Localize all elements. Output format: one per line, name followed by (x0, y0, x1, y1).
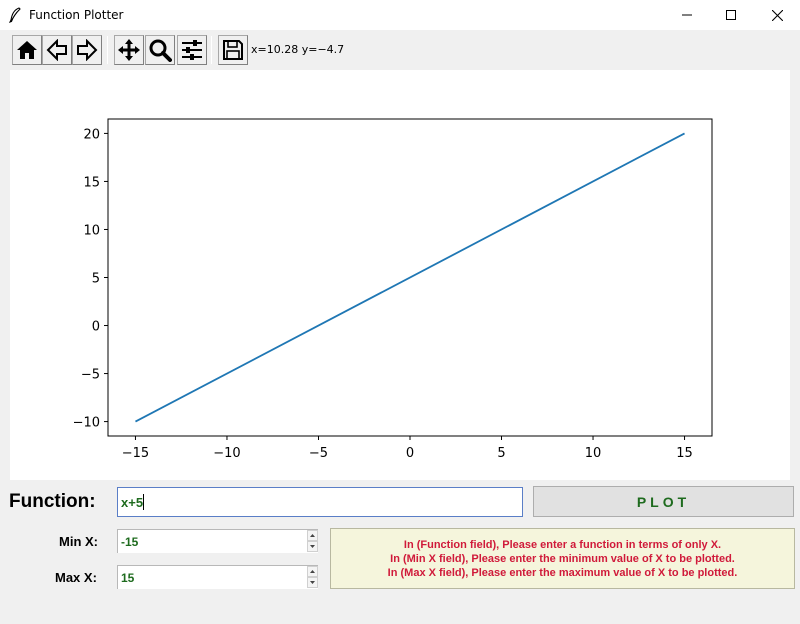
max-x-label: Max X: (55, 570, 97, 585)
move-icon (118, 39, 140, 61)
close-icon (771, 9, 783, 21)
floppy-disk-icon (223, 40, 243, 60)
minimize-button[interactable] (664, 0, 710, 30)
back-button[interactable] (42, 35, 72, 65)
x-tick-label: 5 (497, 446, 505, 461)
min-x-value: -15 (121, 535, 139, 549)
zoom-button[interactable] (145, 35, 175, 65)
max-x-spin-buttons (307, 566, 318, 589)
instruction-line: In (Min X field), Please enter the minim… (390, 552, 735, 565)
cursor-coordinates: x=10.28 y=−4.7 (251, 43, 345, 56)
plot-canvas[interactable]: −15 −10 −5 0 5 10 15 −10 −5 0 5 10 15 20 (10, 70, 790, 480)
toolbar-separator (211, 36, 212, 64)
feather-icon (8, 7, 21, 23)
instruction-line: In (Max X field), Please enter the maxim… (387, 566, 738, 579)
y-tick-label: 10 (83, 223, 100, 238)
max-x-increment-button[interactable] (307, 566, 318, 577)
instruction-line: In (Function field), Please enter a func… (403, 538, 722, 551)
triangle-down-icon (310, 545, 315, 548)
y-tick-label: −5 (81, 368, 100, 383)
max-x-decrement-button[interactable] (307, 577, 318, 588)
x-tick-label: 0 (406, 446, 414, 461)
min-x-label: Min X: (59, 534, 98, 549)
line-chart[interactable]: −15 −10 −5 0 5 10 15 −10 −5 0 5 10 15 20 (10, 70, 790, 480)
configure-subplots-button[interactable] (177, 35, 207, 65)
min-x-spinbox[interactable]: -15 (117, 529, 318, 553)
instructions-box: In (Function field), Please enter a func… (330, 528, 795, 589)
maximize-icon (726, 10, 736, 20)
sliders-icon (182, 40, 202, 60)
minimize-icon (682, 14, 692, 16)
x-tick-label: −5 (309, 446, 328, 461)
x-tick-label: −15 (122, 446, 149, 461)
window-title: Function Plotter (29, 8, 124, 22)
arrow-right-icon (77, 39, 98, 61)
min-x-decrement-button[interactable] (307, 541, 318, 552)
home-button[interactable] (12, 35, 42, 65)
text-caret (143, 494, 145, 510)
navigation-toolbar: x=10.28 y=−4.7 (0, 30, 800, 68)
save-button[interactable] (218, 35, 248, 65)
triangle-up-icon (310, 534, 315, 537)
triangle-down-icon (310, 581, 315, 584)
function-input-value: x+5 (121, 495, 144, 510)
x-tick-label: −10 (213, 446, 240, 461)
triangle-up-icon (310, 570, 315, 573)
forward-button[interactable] (72, 35, 102, 65)
y-tick-label: 20 (83, 127, 100, 142)
function-input[interactable]: x+5 (117, 487, 523, 517)
pan-button[interactable] (114, 35, 144, 65)
y-tick-label: 15 (83, 175, 100, 190)
plot-button[interactable]: PLOT (533, 486, 794, 517)
title-bar: Function Plotter (0, 0, 800, 30)
y-tick-label: 0 (92, 320, 100, 335)
y-tick-label: 5 (92, 272, 100, 287)
x-tick-label: 15 (676, 446, 693, 461)
maximize-button[interactable] (708, 0, 754, 30)
function-label: Function: (9, 491, 96, 512)
min-x-increment-button[interactable] (307, 530, 318, 541)
home-icon (17, 41, 37, 59)
x-tick-label: 10 (585, 446, 602, 461)
y-tick-label: −10 (73, 416, 100, 431)
arrow-left-icon (46, 39, 67, 61)
close-button[interactable] (754, 0, 800, 30)
max-x-value: 15 (121, 571, 135, 585)
toolbar-separator (107, 36, 108, 64)
min-x-spin-buttons (307, 530, 318, 553)
max-x-spinbox[interactable]: 15 (117, 565, 318, 589)
magnifier-icon (149, 39, 172, 62)
